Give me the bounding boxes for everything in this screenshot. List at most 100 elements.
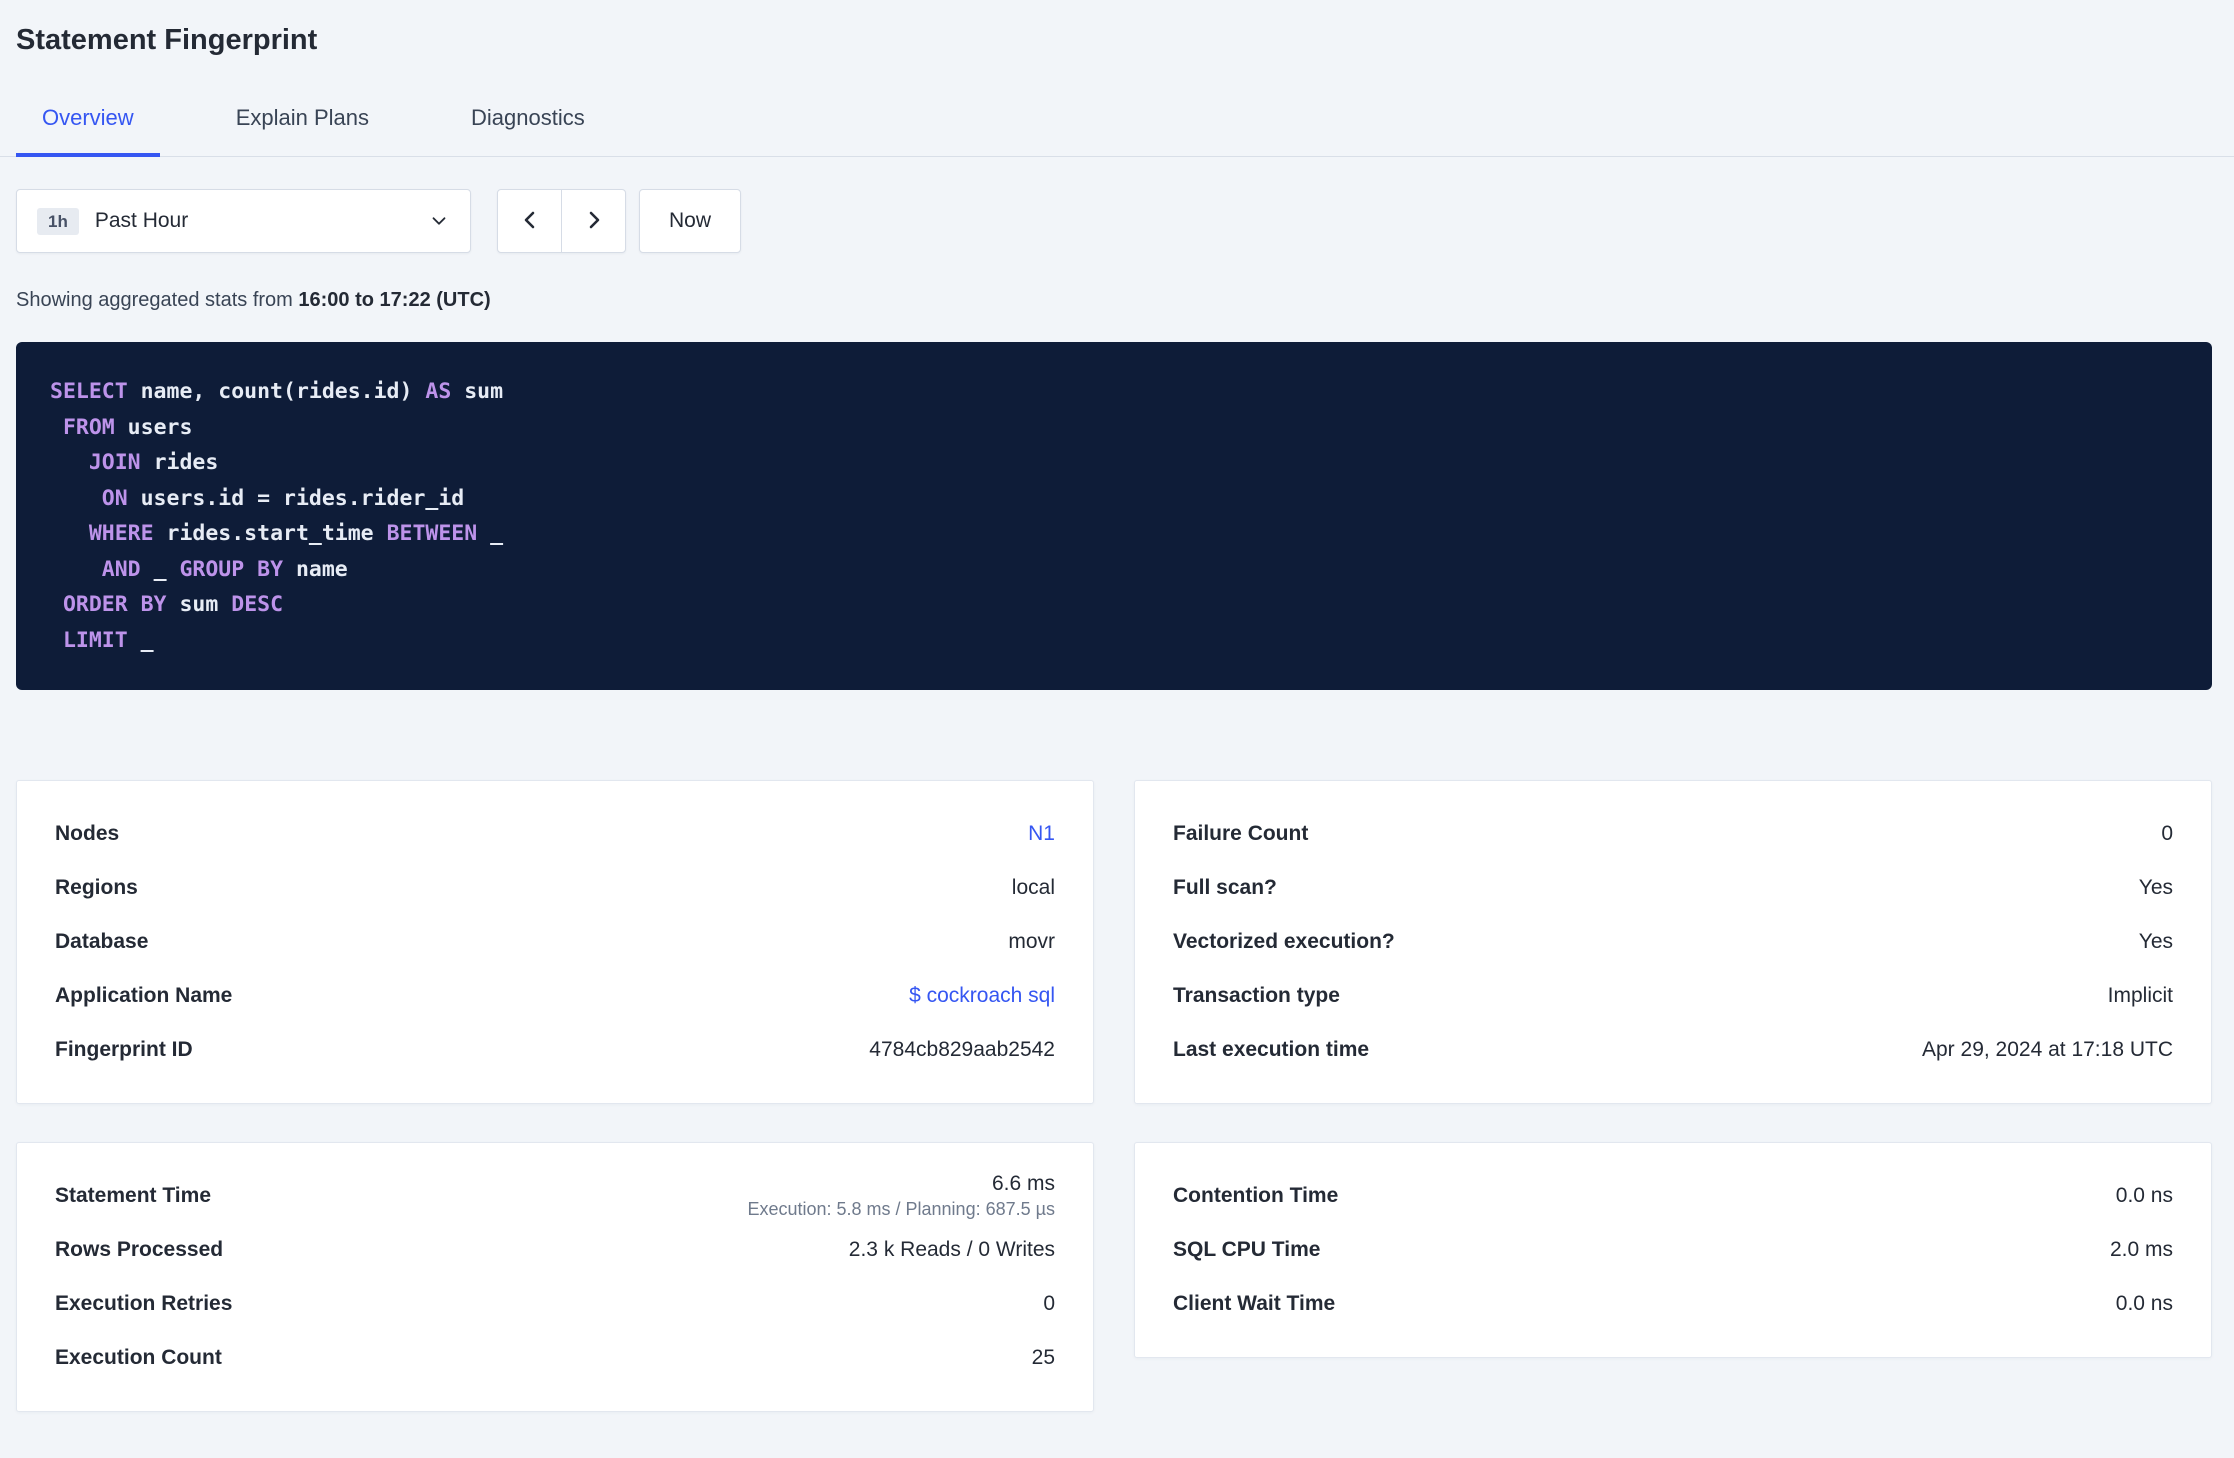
summary-cards-bottom: Statement Time 6.6 ms Execution: 5.8 ms / … [16,1142,2212,1412]
stat-value: 0.0 ns [2115,1292,2173,1315]
stat-value-wrap: 25 [1032,1346,1055,1370]
stat-label: Client Wait Time [1173,1292,1336,1315]
stat-value-link[interactable]: N1 [1028,822,1055,846]
stat-value-wrap: 0 [2161,822,2173,846]
stat-value: movr [1008,930,1055,953]
sql-line: ON users.id = rides.rider_id [101,485,465,511]
stat-subvalue: Execution: 5.8 ms / Planning: 687.5 µs [747,1199,1055,1219]
stat-value: 2.3 k Reads / 0 Writes [848,1238,1055,1261]
stat-label: Execution Retries [55,1292,233,1315]
stat-value-wrap: local [1012,876,1055,900]
stat-label: Vectorized execution? [1173,930,1395,953]
stat-value-wrap: 2.3 k Reads / 0 Writes [849,1238,1055,1262]
stat-label: SQL CPU Time [1173,1238,1321,1261]
sql-line: SELECT name, count(rides.id) AS sum [50,379,504,404]
stat-value: local [1011,876,1055,899]
stat-value: 6.6 ms [991,1172,1055,1195]
stat-value: 25 [1031,1346,1055,1369]
stat-row: Full scan? Yes [1173,861,2173,915]
stat-row: Contention Time 0.0 ns [1173,1169,2173,1223]
stat-label: Database [55,930,149,953]
now-button[interactable]: Now [639,189,742,253]
stat-label: Execution Count [55,1346,222,1369]
stat-row: Transaction type Implicit [1173,969,2173,1023]
stat-value-wrap: 6.6 ms Execution: 5.8 ms / Planning: 687.… [747,1172,1055,1220]
sql-line: WHERE rides.start_time BETWEEN _ [88,521,504,546]
stat-label: Statement Time [55,1184,211,1207]
tab-strip: Overview Explain Plans Diagnostics [0,85,2234,157]
sql-statement: SELECT name, count(rides.id) AS sum FROM… [16,342,2212,690]
stat-row: Client Wait Time 0.0 ns [1173,1277,2173,1331]
stat-row: SQL CPU Time 2.0 ms [1173,1223,2173,1277]
stat-row: Execution Retries 0 [55,1277,1055,1331]
stat-value-wrap: N1 [1028,822,1055,846]
sql-line: FROM users [62,414,193,440]
stat-label: Failure Count [1173,822,1309,845]
stat-value: Implicit [2107,984,2173,1007]
stat-value-wrap: Yes [2139,876,2173,900]
time-range-label: Past Hour [94,209,189,232]
tab-overview[interactable]: Overview [16,85,160,157]
stat-row: Execution Count 25 [55,1331,1055,1385]
stat-row: Rows Processed 2.3 k Reads / 0 Writes [55,1223,1055,1277]
stat-row: Last execution time Apr 29, 2024 at 17:18… [1173,1023,2173,1077]
stat-label: Regions [55,876,138,899]
chevron-right-icon [582,208,606,235]
prev-time-button[interactable] [498,190,561,252]
stat-label: Contention Time [1173,1184,1339,1207]
sql-line: JOIN rides [88,450,219,475]
stat-row: Fingerprint ID 4784cb829aab2542 [55,1023,1055,1077]
stat-label: Fingerprint ID [55,1038,193,1061]
sql-line: LIMIT _ [62,627,154,653]
stat-value: Yes [2138,876,2173,899]
stat-value: 0 [2161,822,2173,845]
stat-label: Full scan? [1173,876,1277,899]
statement-timing-card: Statement Time 6.6 ms Execution: 5.8 ms / … [16,1142,1094,1412]
stat-row: Vectorized execution? Yes [1173,915,2173,969]
stat-value-wrap: 2.0 ms [2110,1238,2173,1262]
chevron-down-icon [428,210,450,232]
stat-value: 4784cb829aab2542 [869,1038,1055,1061]
stat-value-wrap: 0.0 ns [2116,1184,2173,1208]
stats-time-range: 16:00 to 17:22 (UTC) [298,289,491,311]
page-title: Statement Fingerprint [16,24,318,56]
stat-value-wrap: Implicit [2108,984,2173,1008]
statement-details-card: Nodes N1 Regions local Database movr Applicati… [16,780,1094,1104]
stat-value: 2.0 ms [2109,1238,2173,1261]
stat-row: Statement Time 6.6 ms Execution: 5.8 ms / … [55,1169,1055,1223]
stat-row: Nodes N1 [55,807,1055,861]
tab-explain-plans[interactable]: Explain Plans [210,85,395,157]
stat-value-link[interactable]: $ cockroach sql [909,984,1055,1008]
stat-value-wrap: movr [1008,930,1055,954]
stat-value-wrap: Yes [2139,930,2173,954]
stat-value-wrap: 0 [1043,1292,1055,1316]
sql-line: ORDER BY sum DESC [62,592,284,617]
next-time-button[interactable] [562,190,625,252]
chevron-left-icon [518,208,542,235]
stat-value: 0.0 ns [2115,1184,2173,1207]
stat-row: Regions local [55,861,1055,915]
stat-value: 0 [1043,1292,1055,1315]
stat-value: Apr 29, 2024 at 17:18 UTC [1922,1038,2173,1061]
stat-value: Yes [2138,930,2173,953]
stat-value-wrap: $ cockroach sql [909,984,1055,1008]
stat-label: Transaction type [1173,984,1340,1007]
stat-label: Rows Processed [55,1238,224,1261]
stat-label: Application Name [55,984,233,1007]
stat-value-wrap: 4784cb829aab2542 [869,1038,1055,1062]
tab-diagnostics[interactable]: Diagnostics [445,85,611,157]
aggregated-stats-text: Showing aggregated stats from 16:00 to 1… [16,289,491,311]
stat-label: Last execution time [1173,1038,1370,1061]
stat-row: Application Name $ cockroach sql [55,969,1055,1023]
time-range-badge: 1h [37,207,79,235]
tab-bar: Overview Explain Plans Diagnostics [0,85,2234,157]
sql-line: AND _ GROUP BY name [101,556,348,582]
stat-value-wrap: 0.0 ns [2116,1292,2173,1316]
stat-value-wrap: Apr 29, 2024 at 17:18 UTC [1922,1038,2173,1062]
summary-cards-top: Nodes N1 Regions local Database movr Applicati… [16,780,2212,1104]
time-range-dropdown[interactable]: 1h Past Hour [16,189,471,253]
time-controls: 1h Past Hour Now [16,189,2212,253]
execution-attributes-card: Failure Count 0 Full scan? Yes Vectorized ex… [1134,780,2212,1104]
wait-time-card: Contention Time 0.0 ns SQL CPU Time 2.0 ms C… [1134,1142,2212,1358]
stat-row: Database movr [55,915,1055,969]
